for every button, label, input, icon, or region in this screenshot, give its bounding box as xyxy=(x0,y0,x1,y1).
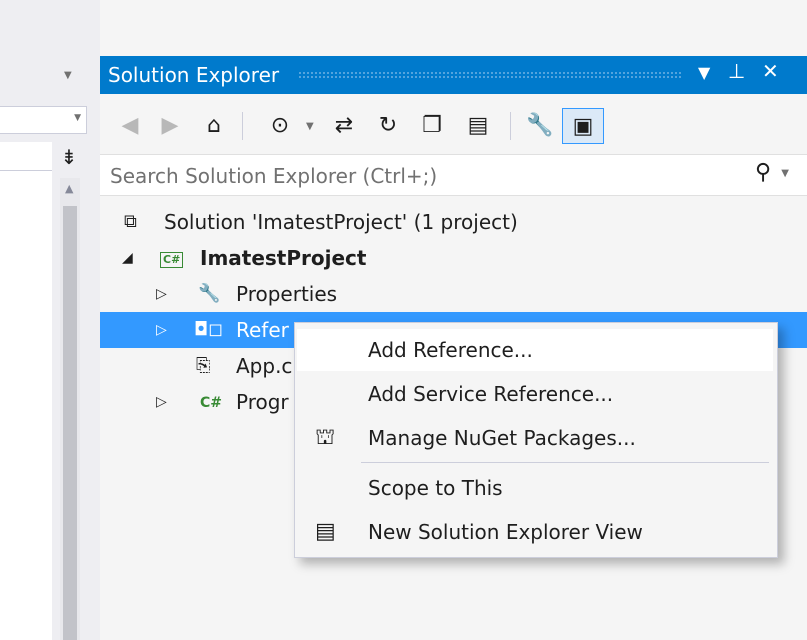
wrench-icon[interactable]: 🔧 xyxy=(524,108,556,144)
pending-changes-icon[interactable]: ⊙ xyxy=(264,108,296,144)
pin-icon[interactable]: ⊥ xyxy=(728,59,745,83)
code-editor[interactable] xyxy=(0,142,52,640)
context-menu: Add Reference... Add Service Reference..… xyxy=(294,322,778,558)
menu-item-label: New Solution Explorer View xyxy=(368,520,643,544)
window-position-menu-icon[interactable]: ▼ xyxy=(698,63,710,82)
back-icon[interactable]: ◀ xyxy=(114,108,146,144)
menu-item-scope-to-this[interactable]: Scope to This xyxy=(297,467,773,509)
tree-item-label: Solution 'ImatestProject' (1 project) xyxy=(164,210,518,234)
tree-item-label: ImatestProject xyxy=(200,246,367,270)
collapsed-arrow-icon[interactable]: ▷ xyxy=(156,276,167,312)
sync-icon[interactable]: ⇄ xyxy=(328,108,360,144)
menu-item-add-reference[interactable]: Add Reference... xyxy=(297,329,773,371)
home-icon[interactable]: ⌂ xyxy=(198,108,230,144)
tree-item-label: Progr xyxy=(236,390,289,414)
scroll-up-icon[interactable]: ▲ xyxy=(65,182,73,195)
menu-item-label: Manage NuGet Packages... xyxy=(368,426,636,450)
search-bar: ⚲ ▼ xyxy=(100,154,807,196)
chevron-down-icon[interactable]: ▼ xyxy=(781,168,789,179)
tree-item-project[interactable]: ◢ C# ImatestProject xyxy=(100,240,807,276)
menu-separator xyxy=(361,462,769,463)
menu-item-new-solution-explorer-view[interactable]: ▤ New Solution Explorer View xyxy=(297,511,773,553)
show-all-files-icon[interactable]: ▤ xyxy=(462,108,494,144)
forward-icon[interactable]: ▶ xyxy=(154,108,186,144)
menu-item-label: Add Service Reference... xyxy=(368,382,614,406)
collapsed-arrow-icon[interactable]: ▷ xyxy=(156,384,167,420)
search-icon[interactable]: ⚲ xyxy=(755,160,771,185)
wrench-icon: 🔧 xyxy=(198,283,221,304)
chevron-down-icon: ▼ xyxy=(74,113,81,123)
tree-item-properties[interactable]: ▷ 🔧 Properties xyxy=(100,276,807,312)
menu-item-manage-nuget[interactable]: ⛫ Manage NuGet Packages... xyxy=(297,417,773,459)
navigation-combobox[interactable]: ▼ xyxy=(0,106,87,134)
csharp-project-icon: C# xyxy=(160,240,184,276)
toolbar-separator xyxy=(242,112,243,140)
menu-item-label: Add Reference... xyxy=(368,338,533,362)
csharp-badge: C# xyxy=(160,252,184,268)
references-icon: ◘◻ xyxy=(194,319,224,340)
collapsed-arrow-icon[interactable]: ▷ xyxy=(156,312,167,348)
vertical-scrollbar[interactable]: ▲ xyxy=(60,178,80,640)
refresh-icon[interactable]: ↻ xyxy=(372,108,404,144)
tree-item-label: Properties xyxy=(236,282,338,306)
dropdown-arrow-icon[interactable]: ▼ xyxy=(64,70,72,81)
nuget-icon: ⛫ xyxy=(315,425,336,450)
csharp-file-icon: C# xyxy=(200,384,222,421)
expanded-arrow-icon[interactable]: ◢ xyxy=(122,240,133,276)
tree-item-label: Refer xyxy=(236,318,289,342)
solution-icon: ⧉ xyxy=(124,211,137,232)
search-input[interactable] xyxy=(108,161,712,191)
panel-title: Solution Explorer xyxy=(108,63,280,87)
toolbar-separator xyxy=(510,112,511,140)
tree-item-label: App.c xyxy=(236,354,293,378)
close-icon[interactable]: ✕ xyxy=(762,59,779,83)
menu-item-label: Scope to This xyxy=(368,476,503,500)
new-view-icon: ▤ xyxy=(315,519,336,544)
chevron-down-icon[interactable]: ▼ xyxy=(306,121,314,132)
tree-item-solution[interactable]: ⧉ Solution 'ImatestProject' (1 project) xyxy=(100,204,807,240)
solution-explorer-titlebar: Solution Explorer ▼ ⊥ ✕ xyxy=(100,56,807,94)
scrollbar-thumb[interactable] xyxy=(63,206,77,640)
preview-icon[interactable]: ▣ xyxy=(562,108,604,144)
editor-pane: ▼ ▼ ⇟ ▲ xyxy=(0,0,100,640)
editor-header xyxy=(0,142,52,171)
split-handle-icon[interactable]: ⇟ xyxy=(58,145,80,169)
menu-item-add-service-reference[interactable]: Add Service Reference... xyxy=(297,373,773,415)
drag-grip[interactable] xyxy=(298,71,682,79)
solution-explorer-toolbar: ◀ ▶ ⌂ ⊙ ▼ ⇄ ↻ ❐ ▤ 🔧 ▣ xyxy=(100,102,807,150)
config-file-icon: ⎘ xyxy=(196,355,211,376)
csharp-badge: C# xyxy=(200,395,223,411)
collapse-all-icon[interactable]: ❐ xyxy=(416,108,448,144)
